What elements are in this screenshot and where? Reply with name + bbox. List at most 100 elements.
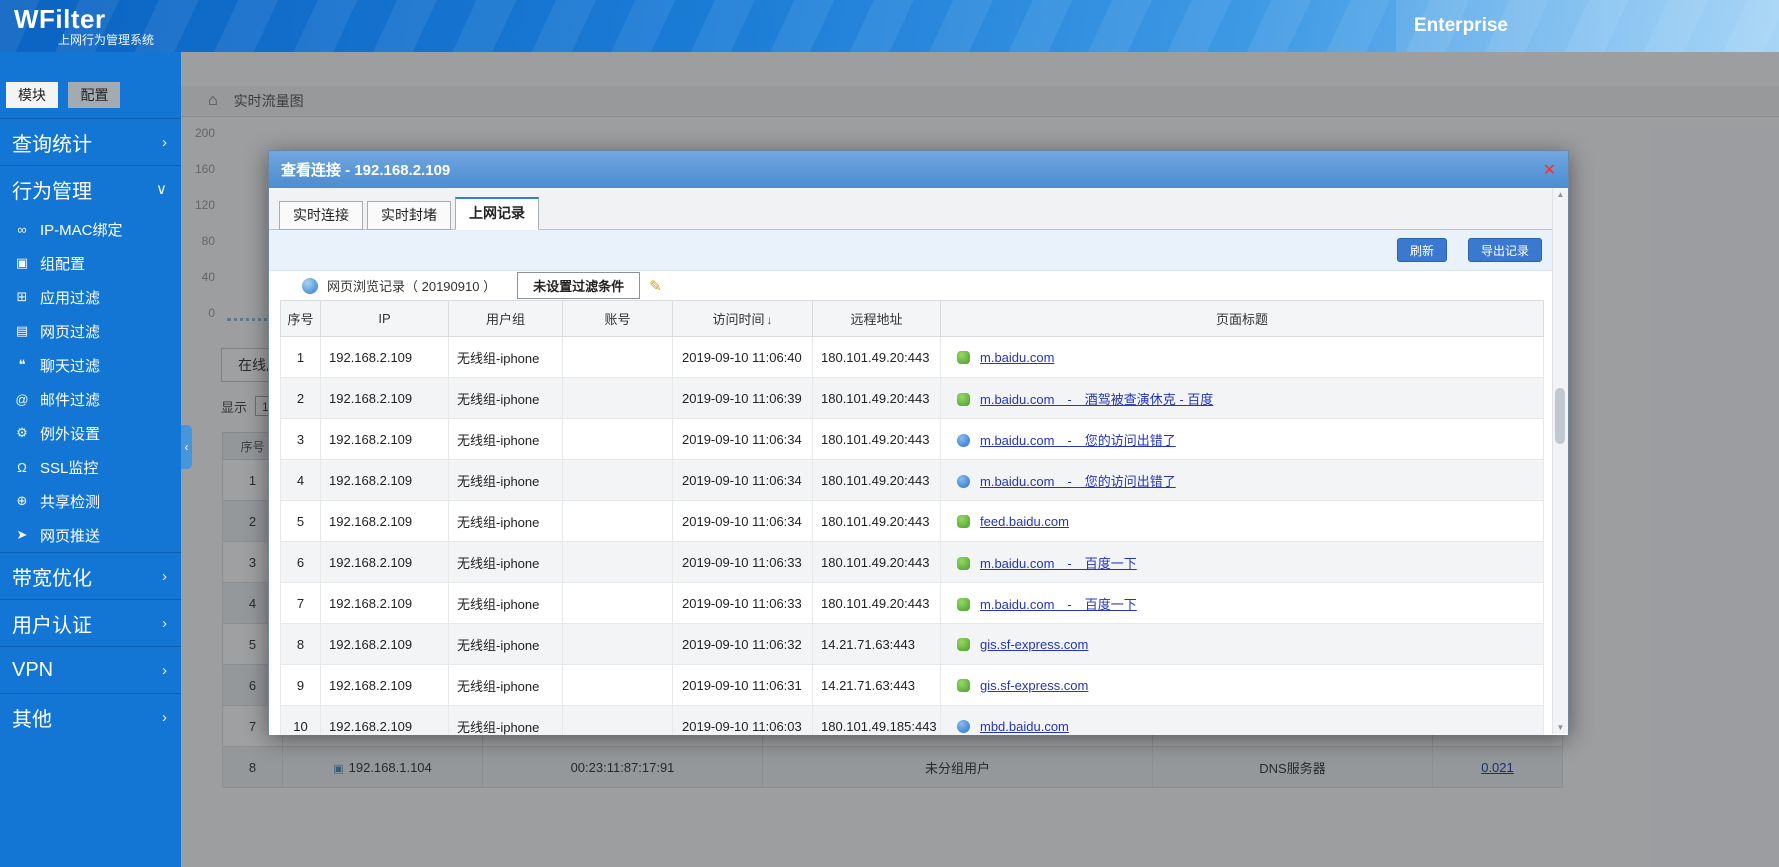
modal-scrollbar[interactable]: ▲ ▼	[1552, 188, 1568, 734]
page-title-link[interactable]: m.baidu.com - 您的访问出错了	[980, 433, 1176, 448]
sidebar-item-label: SSL监控	[40, 459, 99, 477]
chat-bubble-icon: ❝	[18, 357, 26, 372]
sidebar-item-exception-settings[interactable]: ⚙ 例外设置	[0, 416, 181, 450]
cell-visit-time: 2019-09-10 11:06:32	[672, 623, 813, 665]
cell-account	[562, 582, 673, 624]
cell-account	[562, 541, 673, 583]
export-records-button[interactable]: 导出记录	[1467, 238, 1542, 262]
sidebar-tab-modules[interactable]: 模块	[6, 82, 58, 108]
page-title-link[interactable]: feed.baidu.com	[980, 514, 1069, 529]
edition-panel: Enterprise	[1396, 0, 1779, 52]
sidebar-item-label: IP-MAC绑定	[40, 221, 123, 239]
sidebar-item-label: 网页推送	[40, 527, 101, 545]
sidebar-item-mail-filter[interactable]: @ 邮件过滤	[0, 382, 181, 416]
page-title-link[interactable]: gis.sf-express.com	[980, 637, 1088, 652]
site-favicon-green-icon	[957, 597, 970, 611]
record-row: 1 192.168.2.109 无线组-iphone 2019-09-10 11:06…	[280, 336, 1544, 378]
cell-page-title: m.baidu.com - 百度一下	[940, 582, 1544, 624]
edition-label: Enterprise	[1414, 15, 1508, 36]
cell-user-group: 无线组-iphone	[448, 705, 563, 735]
sidebar-collapse-handle[interactable]: ‹	[181, 425, 192, 469]
app-logo: WFilter	[14, 4, 106, 34]
sidebar-item-web-push[interactable]: ➤ 网页推送	[0, 518, 181, 552]
sort-desc-icon: ↓	[766, 313, 773, 327]
cell-visit-time: 2019-09-10 11:06:34	[672, 418, 813, 460]
sidebar-section-bandwidth-opt[interactable]: 带宽优化 ›	[0, 552, 181, 599]
cell-user-group: 无线组-iphone	[448, 582, 563, 624]
refresh-button[interactable]: 刷新	[1396, 238, 1447, 262]
sidebar-item-group-config[interactable]: ▣ 组配置	[0, 246, 181, 280]
at-mail-icon: @	[15, 391, 29, 407]
tab-browsing-records[interactable]: 上网记录	[455, 197, 539, 230]
cell-index: 4	[280, 459, 321, 501]
page-title-link[interactable]: m.baidu.com	[980, 350, 1054, 365]
sidebar-section-behavior-mgmt[interactable]: 行为管理 ∨	[0, 165, 181, 212]
cell-index: 6	[280, 541, 321, 583]
sidebar-item-ip-mac-binding[interactable]: ∞ IP-MAC绑定	[0, 212, 181, 246]
cell-index: 7	[280, 582, 321, 624]
record-row: 5 192.168.2.109 无线组-iphone 2019-09-10 11:06…	[280, 500, 1544, 542]
sidebar-section-label: 带宽优化	[12, 567, 92, 590]
cell-remote-address: 180.101.49.20:443	[812, 377, 941, 419]
sidebar-item-ssl-monitor[interactable]: Ω SSL监控	[0, 450, 181, 484]
site-favicon-green-icon	[957, 678, 970, 692]
cell-visit-time: 2019-09-10 11:06:33	[672, 541, 813, 583]
sidebar: 模块 配置 查询统计 › 行为管理 ∨ ∞ IP-MAC绑定 ▣ 组配置 ⊞ 应用过滤 ▤ 网页过滤 ❝…	[0, 52, 181, 867]
cell-remote-address: 180.101.49.20:443	[812, 541, 941, 583]
browse-record-icon	[302, 277, 318, 294]
monitor-icon: ▣	[15, 255, 29, 270]
cell-remote-address: 14.21.71.63:443	[812, 623, 941, 665]
scrollbar-thumb[interactable]	[1555, 388, 1565, 444]
sidebar-item-chat-filter[interactable]: ❝ 聊天过滤	[0, 348, 181, 382]
wfilter-app: WFilter 上网行为管理系统 Enterprise 模块 配置 查询统计 › 行…	[0, 0, 1779, 867]
scroll-up-icon[interactable]: ▲	[1553, 190, 1568, 199]
page-title-link[interactable]: m.baidu.com - 百度一下	[980, 556, 1137, 571]
cell-account	[562, 500, 673, 542]
sidebar-item-label: 网页过滤	[40, 323, 101, 341]
page-title-link[interactable]: m.baidu.com - 酒驾被查演休克 - 百度	[980, 392, 1213, 407]
page-title-link[interactable]: gis.sf-express.com	[980, 678, 1088, 693]
filter-condition-button[interactable]: 未设置过滤条件	[517, 272, 641, 299]
chevron-right-icon: ›	[162, 133, 167, 151]
tab-realtime-connections[interactable]: 实时连接	[279, 201, 363, 230]
cell-visit-time: 2019-09-10 11:06:40	[672, 336, 813, 378]
page-title-link[interactable]: mbd.baidu.com	[980, 719, 1069, 734]
sidebar-tab-config[interactable]: 配置	[68, 82, 121, 108]
column-header-0[interactable]: 序号	[280, 300, 321, 337]
chevron-right-icon: ›	[162, 708, 167, 726]
cell-ip: 192.168.2.109	[320, 623, 449, 665]
sidebar-section-query-stats[interactable]: 查询统计 ›	[0, 118, 181, 165]
edit-filter-icon[interactable]: ✎	[649, 277, 662, 295]
sidebar-item-label: 聊天过滤	[40, 357, 101, 375]
sidebar-section-user-auth[interactable]: 用户认证 ›	[0, 599, 181, 646]
record-row: 7 192.168.2.109 无线组-iphone 2019-09-10 11:06…	[280, 582, 1544, 624]
page-title-link[interactable]: m.baidu.com - 百度一下	[980, 597, 1137, 612]
record-row: 6 192.168.2.109 无线组-iphone 2019-09-10 11:06…	[280, 541, 1544, 583]
sidebar-item-app-filter[interactable]: ⊞ 应用过滤	[0, 280, 181, 314]
sidebar-item-share-detect[interactable]: ⊕ 共享检测	[0, 484, 181, 518]
close-icon[interactable]: ✕	[1543, 160, 1556, 180]
column-header-3[interactable]: 账号	[562, 300, 673, 337]
cell-visit-time: 2019-09-10 11:06:33	[672, 582, 813, 624]
column-header-1[interactable]: IP	[320, 300, 449, 337]
cell-ip: 192.168.2.109	[320, 459, 449, 501]
scroll-down-icon[interactable]: ▼	[1553, 723, 1568, 732]
column-header-6[interactable]: 页面标题	[940, 300, 1544, 337]
tab-realtime-blocking[interactable]: 实时封堵	[367, 201, 451, 230]
sidebar-item-web-filter[interactable]: ▤ 网页过滤	[0, 314, 181, 348]
apps-grid-icon: ⊞	[16, 289, 28, 304]
cell-account	[562, 336, 673, 378]
column-header-5[interactable]: 远程地址	[812, 300, 941, 337]
cell-remote-address: 180.101.49.20:443	[812, 459, 941, 501]
cell-ip: 192.168.2.109	[320, 541, 449, 583]
page-title-link[interactable]: m.baidu.com - 您的访问出错了	[980, 474, 1176, 489]
gear-icon: ⚙	[16, 425, 28, 440]
sidebar-item-label: 邮件过滤	[40, 391, 101, 409]
column-header-4[interactable]: 访问时间 ↓	[672, 300, 813, 337]
sidebar-section-vpn[interactable]: VPN ›	[0, 646, 181, 693]
column-header-2[interactable]: 用户组	[448, 300, 563, 337]
chevron-right-icon: ›	[162, 661, 167, 679]
sidebar-item-label: 例外设置	[40, 425, 101, 443]
cell-user-group: 无线组-iphone	[448, 459, 563, 501]
sidebar-section-others[interactable]: 其他 ›	[0, 693, 181, 740]
